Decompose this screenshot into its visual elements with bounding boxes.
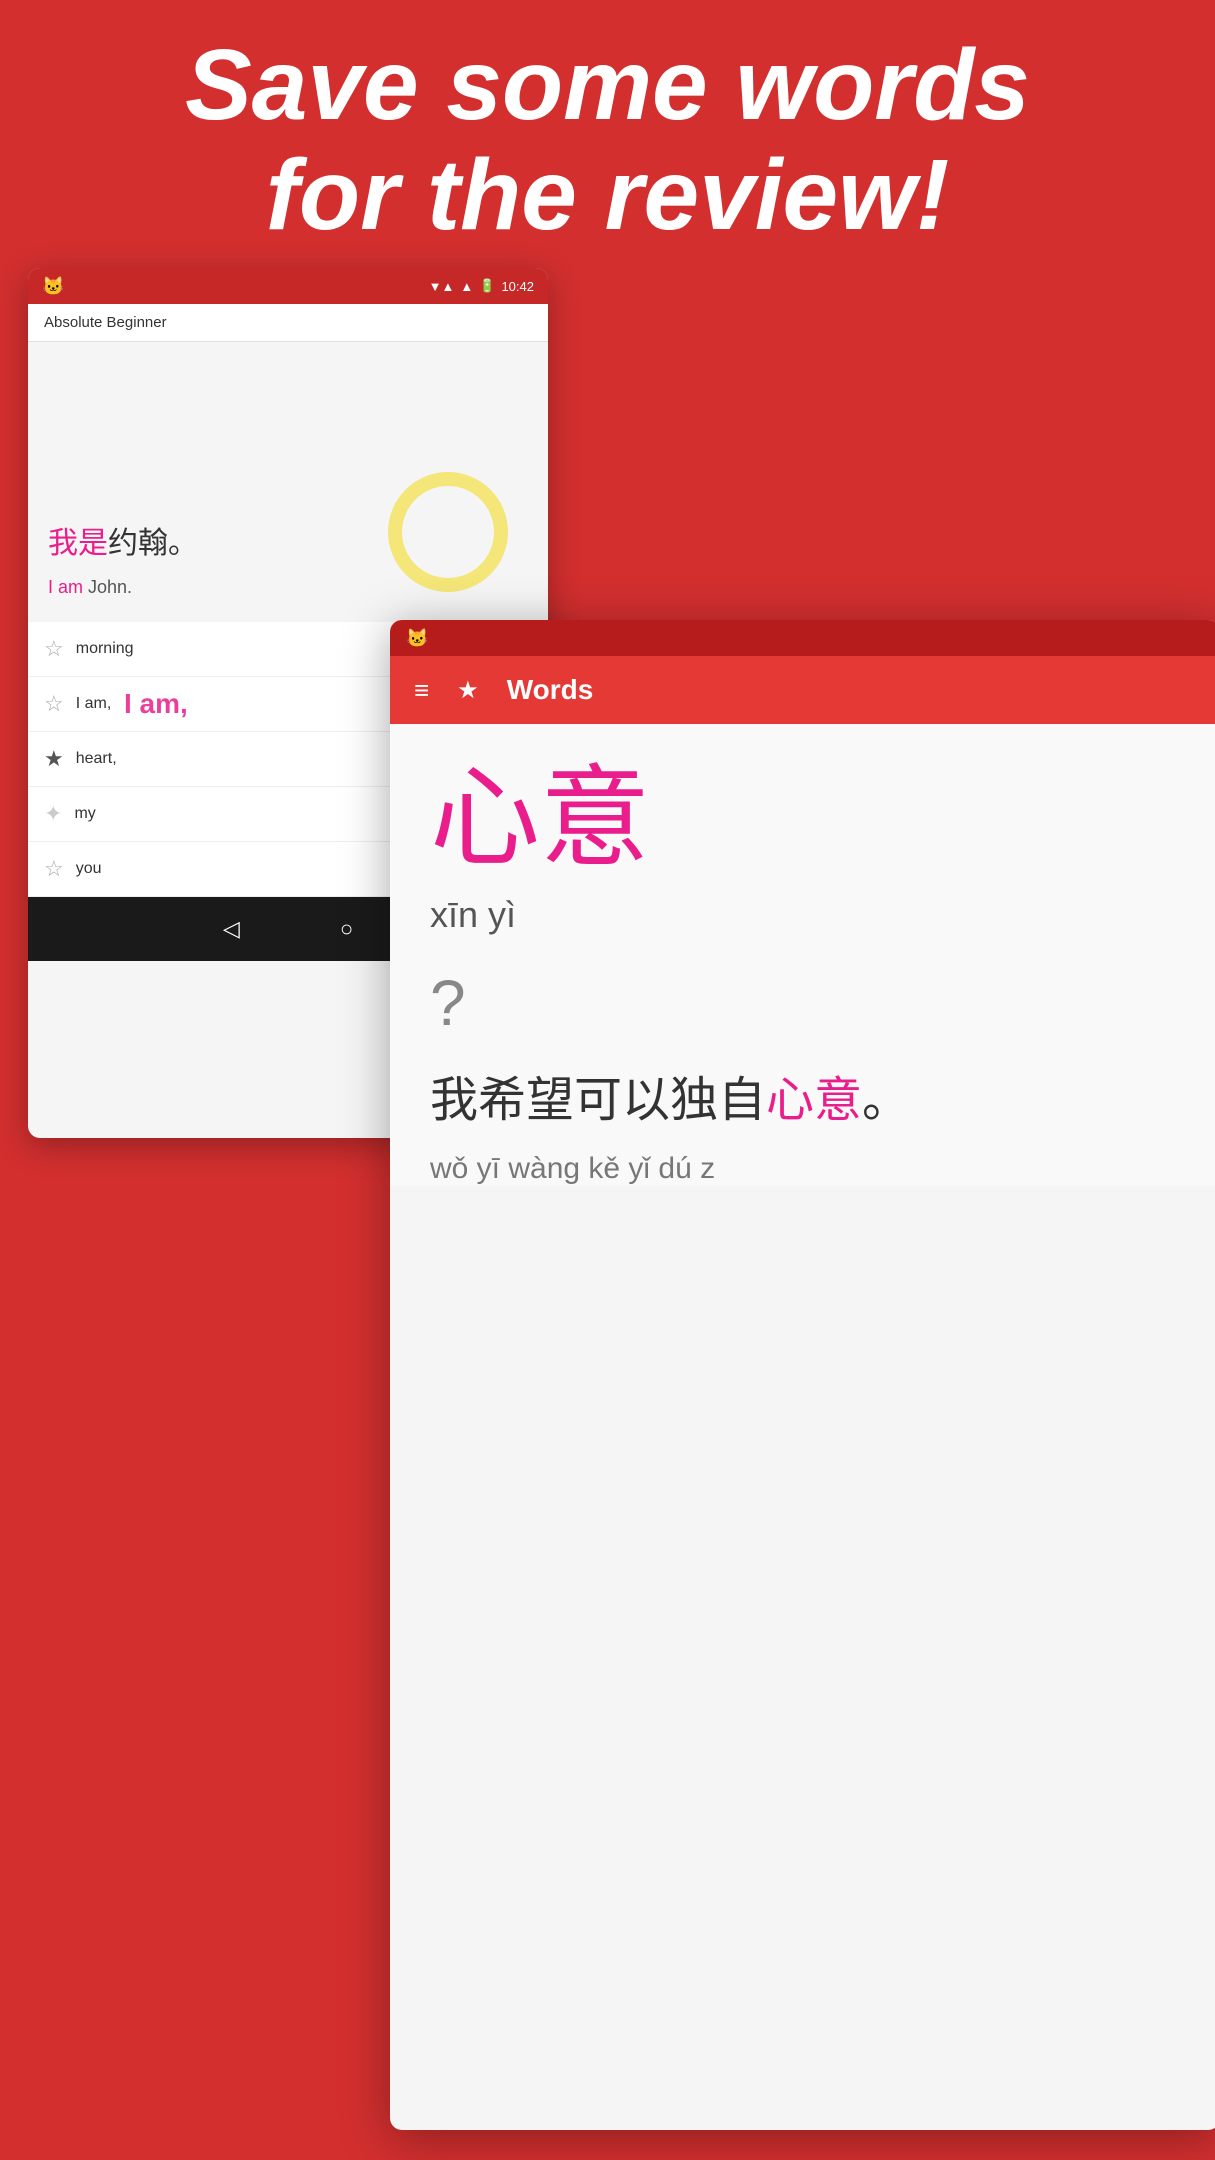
- left-status-bar: 🐱 ▼▲ ▲ 🔋 10:42: [28, 268, 548, 304]
- sentence-pink-word: 心意: [766, 1074, 862, 1127]
- main-chinese-word: 心意: [430, 764, 1180, 874]
- time-display: 10:42: [501, 279, 534, 294]
- hero-text: Save some words for the review!: [0, 30, 1215, 250]
- english-sentence: I am John.: [48, 577, 132, 598]
- circle-indicator: [388, 472, 508, 592]
- menu-icon[interactable]: ≡: [414, 675, 429, 706]
- star-heart[interactable]: ★: [44, 746, 64, 772]
- back-button[interactable]: ◁: [223, 916, 240, 942]
- right-status-bar: 🐱: [390, 620, 1215, 656]
- lesson-content: 我是约翰。 I am John.: [28, 342, 548, 622]
- left-app-icon: 🐱: [42, 276, 64, 297]
- right-toolbar: ≡ ★ Words: [390, 656, 1215, 724]
- chinese-sentence: 我是约翰。: [48, 518, 198, 562]
- battery-icon: 🔋: [479, 278, 495, 294]
- phone-right: 🐱 ≡ ★ Words 心意 xīn yì ? 我希望可以独自心意。 wǒ yī…: [390, 620, 1215, 2130]
- overlay-iam: I am,: [124, 688, 188, 720]
- sentence-chinese: 我希望可以独自心意。: [430, 1070, 1180, 1132]
- hero-line1: Save some words: [185, 29, 1030, 141]
- sentence-before: 我希望可以独自: [430, 1074, 766, 1127]
- wifi-icon: ▼▲: [429, 279, 455, 294]
- question-mark: ?: [430, 966, 1180, 1040]
- star-iam[interactable]: ☆: [44, 691, 64, 717]
- signal-icon: ▲: [460, 279, 473, 294]
- toolbar-title: Words: [507, 674, 594, 706]
- right-app-icon: 🐱: [406, 628, 428, 649]
- star-morning[interactable]: ☆: [44, 636, 64, 662]
- toolbar-star-icon[interactable]: ★: [457, 676, 479, 705]
- hero-line2: for the review!: [266, 139, 950, 251]
- star-you[interactable]: ☆: [44, 856, 64, 882]
- left-status-right: ▼▲ ▲ 🔋 10:42: [429, 278, 534, 294]
- word-detail: 心意 xīn yì ? 我希望可以独自心意。 wǒ yī wàng kě yǐ …: [390, 724, 1215, 1186]
- sentence-pinyin: wǒ yī wàng kě yǐ dú z: [430, 1152, 1180, 1186]
- home-button[interactable]: ○: [340, 916, 353, 942]
- pinyin-display: xīn yì: [430, 894, 1180, 936]
- sentence-after: 。: [862, 1074, 910, 1127]
- lesson-label: Absolute Beginner: [28, 304, 548, 342]
- star-my[interactable]: ✦: [44, 801, 62, 827]
